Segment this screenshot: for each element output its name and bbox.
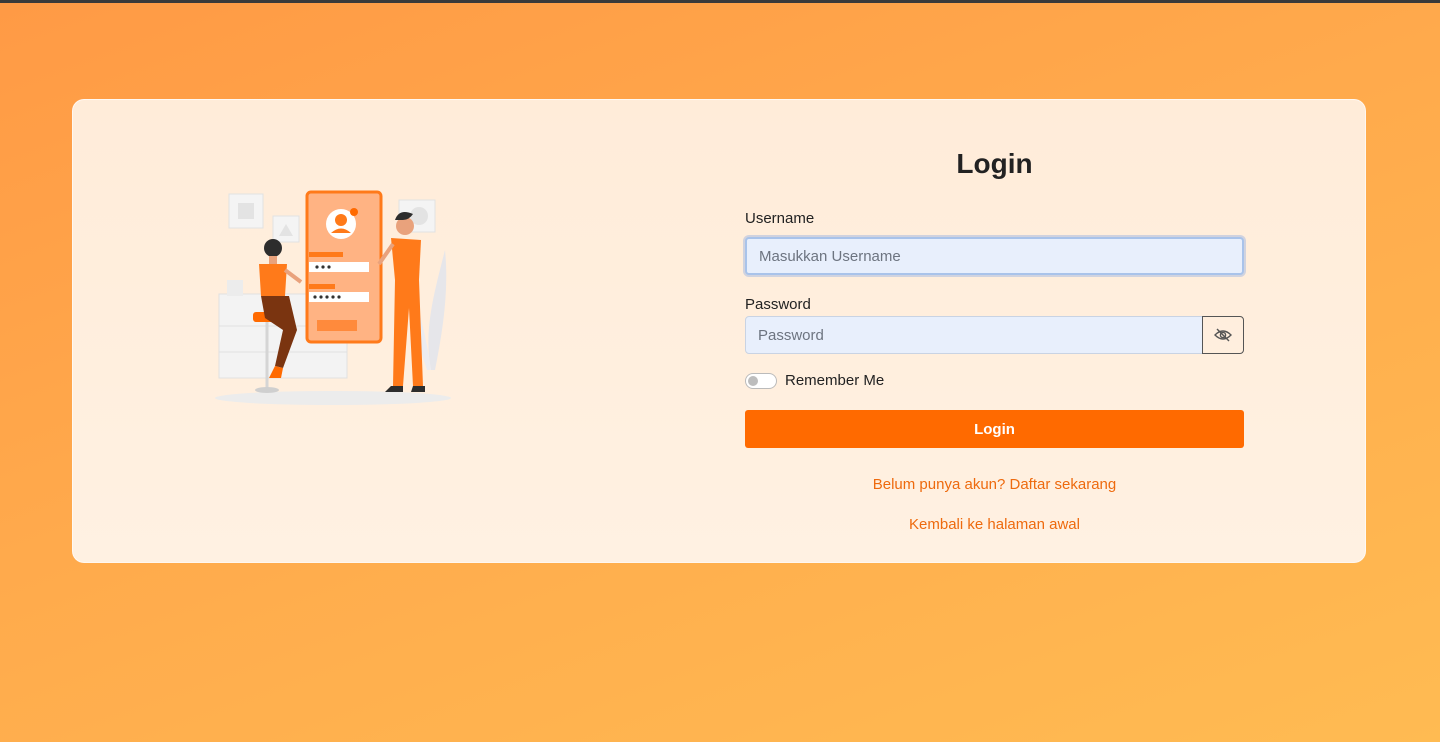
eye-slash-icon xyxy=(1214,328,1232,342)
login-illustration xyxy=(215,190,451,405)
back-to-home-link[interactable]: Kembali ke halaman awal xyxy=(745,516,1244,533)
remember-me-switch[interactable]: Remember Me xyxy=(745,372,884,389)
remember-me-toggle[interactable] xyxy=(745,372,777,389)
register-link[interactable]: Belum punya akun? Daftar sekarang xyxy=(745,476,1244,493)
remember-me-label: Remember Me xyxy=(785,372,885,389)
toggle-knob xyxy=(748,375,758,386)
login-card: Login Username Password Remember Me Logi… xyxy=(72,99,1366,563)
browser-top-border xyxy=(0,0,1440,3)
username-input[interactable] xyxy=(745,237,1244,275)
password-visibility-toggle[interactable] xyxy=(1202,316,1244,354)
password-label: Password xyxy=(745,296,811,313)
login-title: Login xyxy=(956,148,1033,179)
login-button[interactable]: Login xyxy=(745,410,1244,448)
password-input[interactable] xyxy=(745,316,1203,354)
username-label: Username xyxy=(745,210,815,227)
